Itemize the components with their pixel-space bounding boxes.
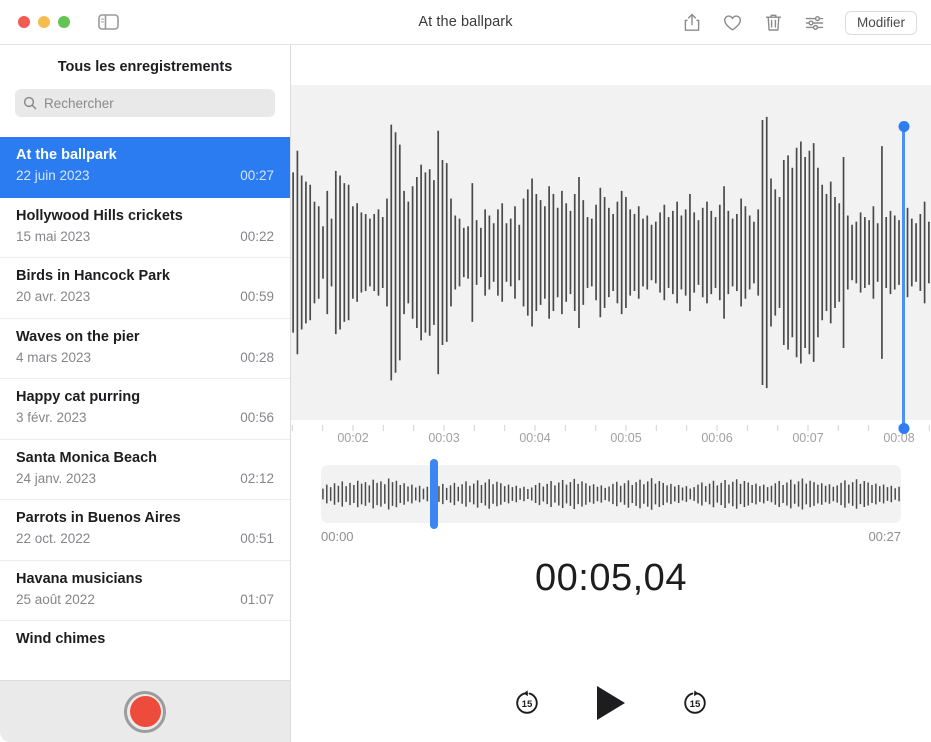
skip-forward-15-icon[interactable]: 15: [680, 688, 710, 718]
search-input[interactable]: Rechercher: [15, 89, 275, 117]
scrubber-waveform: [321, 465, 901, 523]
sidebar-toggle-icon[interactable]: [97, 14, 119, 31]
recording-duration: 00:56: [240, 409, 274, 426]
skip-back-label: 15: [522, 699, 533, 710]
playhead-knob-bottom[interactable]: [898, 423, 909, 434]
sliders-icon[interactable]: [804, 12, 826, 34]
traffic-lights: [18, 16, 70, 28]
recording-date: 25 août 2022: [16, 591, 95, 608]
recording-list-item[interactable]: Wind chimes: [0, 621, 290, 680]
recording-duration: 00:22: [240, 228, 274, 245]
main-waveform[interactable]: [291, 85, 931, 420]
recording-duration: 02:12: [240, 470, 274, 487]
playhead-knob-top[interactable]: [898, 121, 909, 132]
scrubber: 00:00 00:27: [321, 465, 901, 544]
timeline-label: 00:05: [610, 431, 641, 445]
zoom-button[interactable]: [58, 16, 70, 28]
scrubber-times: 00:00 00:27: [321, 529, 901, 544]
timeline-label: 00:03: [428, 431, 459, 445]
timeline-label: 00:04: [519, 431, 550, 445]
recording-title: Santa Monica Beach: [16, 449, 274, 467]
current-time-display: 00:05,04: [291, 557, 931, 600]
recording-title: Havana musicians: [16, 570, 274, 588]
recording-meta: 22 oct. 2022 00:51: [16, 530, 274, 547]
timeline-label: 00:07: [792, 431, 823, 445]
recording-meta: 15 mai 2023 00:22: [16, 228, 274, 245]
play-icon[interactable]: [594, 684, 628, 722]
waveform-bars: [291, 85, 931, 420]
recording-date: 3 févr. 2023: [16, 409, 87, 426]
recording-date: 20 avr. 2023: [16, 288, 90, 305]
heart-icon[interactable]: [722, 12, 744, 34]
recording-duration: 00:28: [240, 349, 274, 366]
edit-button[interactable]: Modifier: [845, 11, 917, 35]
recording-title: Happy cat purring: [16, 388, 274, 406]
recording-meta: 4 mars 2023 00:28: [16, 349, 274, 366]
recording-meta: 22 juin 2023 00:27: [16, 167, 274, 184]
timeline-label: 00:06: [701, 431, 732, 445]
transport-controls: 15 15: [291, 673, 931, 733]
close-button[interactable]: [18, 16, 30, 28]
timeline-ruler: 00:02 00:03 00:04 00:05 00:06 00:07 00:08: [291, 420, 931, 456]
recording-list-item[interactable]: Birds in Hancock Park 20 avr. 2023 00:59: [0, 258, 290, 319]
recording-date: 4 mars 2023: [16, 349, 91, 366]
recording-duration: 01:07: [240, 591, 274, 608]
recording-list-item[interactable]: Parrots in Buenos Aires 22 oct. 2022 00:51: [0, 500, 290, 561]
titlebar: At the ballpark: [0, 0, 931, 45]
share-icon[interactable]: [681, 12, 703, 34]
recording-date: 24 janv. 2023: [16, 470, 96, 487]
scrubber-track[interactable]: [321, 465, 901, 523]
recording-list-item[interactable]: At the ballpark 22 juin 2023 00:27: [0, 137, 290, 198]
recording-meta: 3 févr. 2023 00:56: [16, 409, 274, 426]
voice-memos-window: At the ballpark: [0, 0, 931, 742]
search-icon: [23, 96, 37, 110]
search-placeholder: Rechercher: [44, 96, 114, 111]
skip-forward-label: 15: [690, 699, 701, 710]
recording-title: Hollywood Hills crickets: [16, 207, 274, 225]
scrubber-start-time: 00:00: [321, 529, 354, 544]
recordings-list[interactable]: At the ballpark 22 juin 2023 00:27 Hollywoo…: [0, 137, 290, 680]
recording-duration: 00:51: [240, 530, 274, 547]
recording-title: Waves on the pier: [16, 328, 274, 346]
recording-date: 22 juin 2023: [16, 167, 90, 184]
recording-list-item[interactable]: Santa Monica Beach 24 janv. 2023 02:12: [0, 440, 290, 501]
sidebar-footer: [0, 680, 290, 742]
timeline-label: 00:02: [337, 431, 368, 445]
recording-meta: 24 janv. 2023 02:12: [16, 470, 274, 487]
recording-meta: 25 août 2022 01:07: [16, 591, 274, 608]
record-indicator: [130, 696, 161, 727]
recording-meta: 20 avr. 2023 00:59: [16, 288, 274, 305]
player-panel: 00:02 00:03 00:04 00:05 00:06 00:07 00:08 00:0…: [291, 45, 931, 742]
recording-title: Parrots in Buenos Aires: [16, 509, 274, 527]
recording-title: Birds in Hancock Park: [16, 267, 274, 285]
recording-date: 22 oct. 2022: [16, 530, 90, 547]
recording-list-item[interactable]: Waves on the pier 4 mars 2023 00:28: [0, 319, 290, 380]
timeline-label: 00:08: [883, 431, 914, 445]
recording-date: 15 mai 2023: [16, 228, 90, 245]
scrubber-end-time: 00:27: [868, 529, 901, 544]
sidebar: Tous les enregistrements Rechercher At t…: [0, 45, 291, 742]
recording-list-item[interactable]: Havana musicians 25 août 2022 01:07: [0, 561, 290, 622]
skip-back-15-icon[interactable]: 15: [512, 688, 542, 718]
playhead[interactable]: [902, 126, 905, 429]
recording-duration: 00:27: [240, 167, 274, 184]
recording-title: At the ballpark: [16, 146, 274, 164]
toolbar-actions: Modifier: [681, 0, 917, 45]
minimize-button[interactable]: [38, 16, 50, 28]
sidebar-title: Tous les enregistrements: [0, 45, 290, 89]
recording-title: Wind chimes: [16, 630, 274, 648]
recording-duration: 00:59: [240, 288, 274, 305]
scrubber-thumb[interactable]: [430, 459, 438, 529]
recording-list-item[interactable]: Happy cat purring 3 févr. 2023 00:56: [0, 379, 290, 440]
search-container: Rechercher: [0, 89, 290, 127]
recording-list-item[interactable]: Hollywood Hills crickets 15 mai 2023 00:22: [0, 198, 290, 259]
record-button[interactable]: [124, 691, 166, 733]
trash-icon[interactable]: [763, 12, 785, 34]
